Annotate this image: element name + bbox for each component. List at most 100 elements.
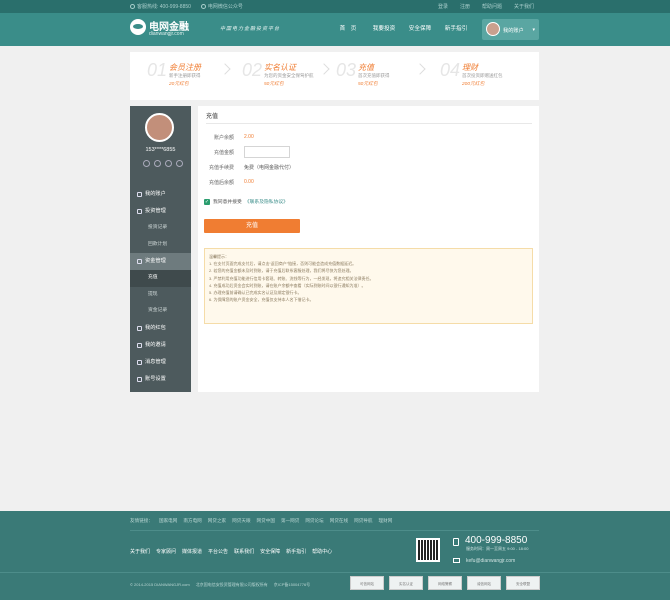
friend-link[interactable]: 网贷中国 (257, 518, 275, 524)
account-menu[interactable]: 我的账户 ▾ (482, 19, 539, 40)
fee-row: 充值手续费 免费（电网金融代付） (204, 164, 504, 174)
step-reward: 200元红包 (462, 82, 485, 87)
sidebar-item-invest[interactable]: 投资管理 (130, 203, 191, 220)
sidebar-item-invite[interactable]: 我的邀请 (130, 337, 191, 354)
wechat-link[interactable]: 电网微信公众号 (200, 3, 243, 10)
amount-input[interactable] (244, 146, 290, 158)
footer-nav-item[interactable]: 安全保障 (260, 548, 280, 555)
fee-label: 充值手续费 (208, 165, 234, 171)
nav-invest[interactable]: 我要投资 (366, 13, 402, 46)
verification-badges (143, 160, 183, 167)
cert-badge[interactable]: 诚信网站 (467, 576, 501, 590)
logo-domain: dianwangjr.com (149, 31, 184, 37)
nav-guide[interactable]: 新手指引 (438, 13, 474, 46)
help-link[interactable]: 帮助问题 (482, 3, 502, 10)
message-icon (137, 359, 142, 365)
sidebar-sub-withdraw[interactable]: 提现 (130, 287, 191, 304)
invest-icon (137, 209, 142, 214)
step-reward: 50元红包 (264, 82, 284, 87)
invite-icon (137, 342, 142, 348)
footer-nav-item[interactable]: 联系我们 (234, 548, 254, 555)
friend-link[interactable]: 网贷导航 (354, 518, 372, 524)
sidebar-item-settings[interactable]: 账号设置 (130, 371, 191, 388)
nav-home[interactable]: 首 页 (330, 13, 366, 46)
footer-nav-item[interactable]: 帮助中心 (312, 548, 332, 555)
friend-link[interactable]: 网贷之家 (208, 518, 226, 524)
step-desc: 新手注册即获得 (169, 73, 201, 78)
recharge-button[interactable]: 充值 (204, 219, 300, 233)
footer-nav-item[interactable]: 媒体报道 (182, 548, 202, 555)
bank-badge-icon[interactable] (176, 160, 183, 167)
tips-title: 温馨提示： (209, 254, 229, 259)
page-title: 充值 (206, 114, 219, 120)
tip-item: 5. 办理充值前请确认已完成实名认证及绑定银行卡。 (209, 290, 302, 296)
sidebar-sub-fund-records[interactable]: 资金记录 (130, 303, 191, 320)
tip-item: 2. 若您的充值金额未及时到账，请于充值后联系客服处理，我们将尽快为您处理。 (209, 268, 354, 274)
friend-link[interactable]: 南方电网 (183, 518, 201, 524)
phone-icon (130, 4, 135, 9)
footer-nav-item[interactable]: 关于我们 (130, 548, 150, 555)
cert-badge[interactable]: 可信网站 (350, 576, 384, 590)
register-link[interactable]: 注册 (460, 3, 470, 10)
nav-security[interactable]: 安全保障 (402, 13, 438, 46)
header: 电网金融 dianwangjr.com 中国电力金融投资平台 首 页 我要投资 … (0, 13, 670, 46)
footer-email[interactable]: kefu@dianwangjr.com (466, 558, 515, 564)
sidebar-sub-recharge[interactable]: 充值 (130, 270, 191, 287)
friend-link[interactable]: 网贷论坛 (305, 518, 323, 524)
step-desc: 首次投资即赠送红包 (462, 73, 503, 78)
sidebar-sub-invest-records[interactable]: 投资记录 (130, 220, 191, 237)
agree-checkbox[interactable]: ✓ (204, 198, 210, 205)
friend-link[interactable]: 第一网贷 (281, 518, 299, 524)
step-title: 实名认证 (264, 63, 296, 72)
wechat-text: 电网微信公众号 (207, 4, 243, 10)
login-link[interactable]: 登录 (438, 3, 448, 10)
sidebar-item-funds[interactable]: 资金管理 (130, 253, 191, 270)
cert-badge[interactable]: 实名认证 (389, 576, 423, 590)
friend-links-label: 友情链接： (130, 518, 153, 523)
profile-avatar[interactable] (145, 113, 174, 142)
sidebar-item-messages[interactable]: 消息管理 (130, 354, 191, 371)
redpacket-icon (137, 325, 142, 331)
tip-item: 1. 在支付页面完成支付后，请点击“返回商户”链接，否则可能会造成充值数据延迟。 (209, 261, 357, 267)
sidebar-item-redpacket[interactable]: 我的红包 (130, 320, 191, 337)
fund-icon (137, 259, 142, 264)
footer-nav-item[interactable]: 专家顾问 (156, 548, 176, 555)
account-sidebar: 153****6855 我的账户 投资管理 投资记录 回款计划 资金管理 充值 … (130, 106, 191, 392)
footer-phone: 400-999-8850 (465, 535, 528, 546)
chevron-down-icon: ▾ (532, 27, 535, 33)
id-badge-icon[interactable] (154, 160, 161, 167)
friend-link[interactable]: 理财网 (379, 518, 393, 524)
cert-badge[interactable]: 网络警察 (428, 576, 462, 590)
after-balance-row: 充值后余额 0.00 (204, 179, 504, 189)
sidebar-item-label: 我的红包 (145, 324, 166, 331)
sidebar-item-label: 资金管理 (145, 258, 166, 264)
sidebar-item-label: 账号设置 (145, 375, 166, 382)
tip-item: 4. 充值成功后资金会实时到账，请在账户余额中查看（实际到账时间以银行通知为准）… (209, 282, 366, 288)
about-link[interactable]: 关于我们 (514, 3, 534, 10)
after-balance-value: 0.00 (244, 179, 254, 185)
footer-nav-item[interactable]: 平台公告 (208, 548, 228, 555)
balance-value: 2.00 (244, 134, 254, 140)
recharge-panel: 充值 账户余额 2.00 充值金额 充值手续费 免费（电网金融代付） 充值后余额… (198, 106, 539, 392)
email-badge-icon[interactable] (165, 160, 172, 167)
sidebar-menu: 我的账户 投资管理 投资记录 回款计划 资金管理 充值 提现 资金记录 我的红包… (130, 186, 191, 388)
step-desc: 为您的资金安全保驾护航 (264, 73, 314, 78)
tips-box: 温馨提示： 1. 在支付页面完成支付后，请点击“返回商户”链接，否则可能会造成充… (204, 248, 533, 324)
agreement-link[interactable]: 《联系及隐私协议》 (245, 198, 288, 205)
friend-link[interactable]: 国家电网 (159, 518, 177, 524)
copyright-divider (0, 572, 670, 573)
sidebar-item-my-account[interactable]: 我的账户 (130, 186, 191, 203)
friend-link[interactable]: 网贷天眼 (232, 518, 250, 524)
step-desc: 首次充值即获得 (358, 73, 390, 78)
cert-badges: 可信网站 实名认证 网络警察 诚信网站 安全联盟 (350, 576, 540, 590)
footer-nav-item[interactable]: 新手指引 (286, 548, 306, 555)
sidebar-item-label: 我的账户 (145, 191, 166, 197)
friend-link[interactable]: 网贷在线 (330, 518, 348, 524)
phone-badge-icon[interactable] (143, 160, 150, 167)
cert-badge[interactable]: 安全联盟 (506, 576, 540, 590)
logo[interactable]: 电网金融 dianwangjr.com (130, 18, 200, 42)
sidebar-sub-repay-plan[interactable]: 回款计划 (130, 237, 191, 254)
step-number: 04 (440, 60, 461, 80)
tip-item: 3. 严禁利用充值功能进行信用卡套现、转账、洗钱等行为，一经发现，将追究相关法律… (209, 275, 374, 281)
title-divider (206, 123, 532, 124)
